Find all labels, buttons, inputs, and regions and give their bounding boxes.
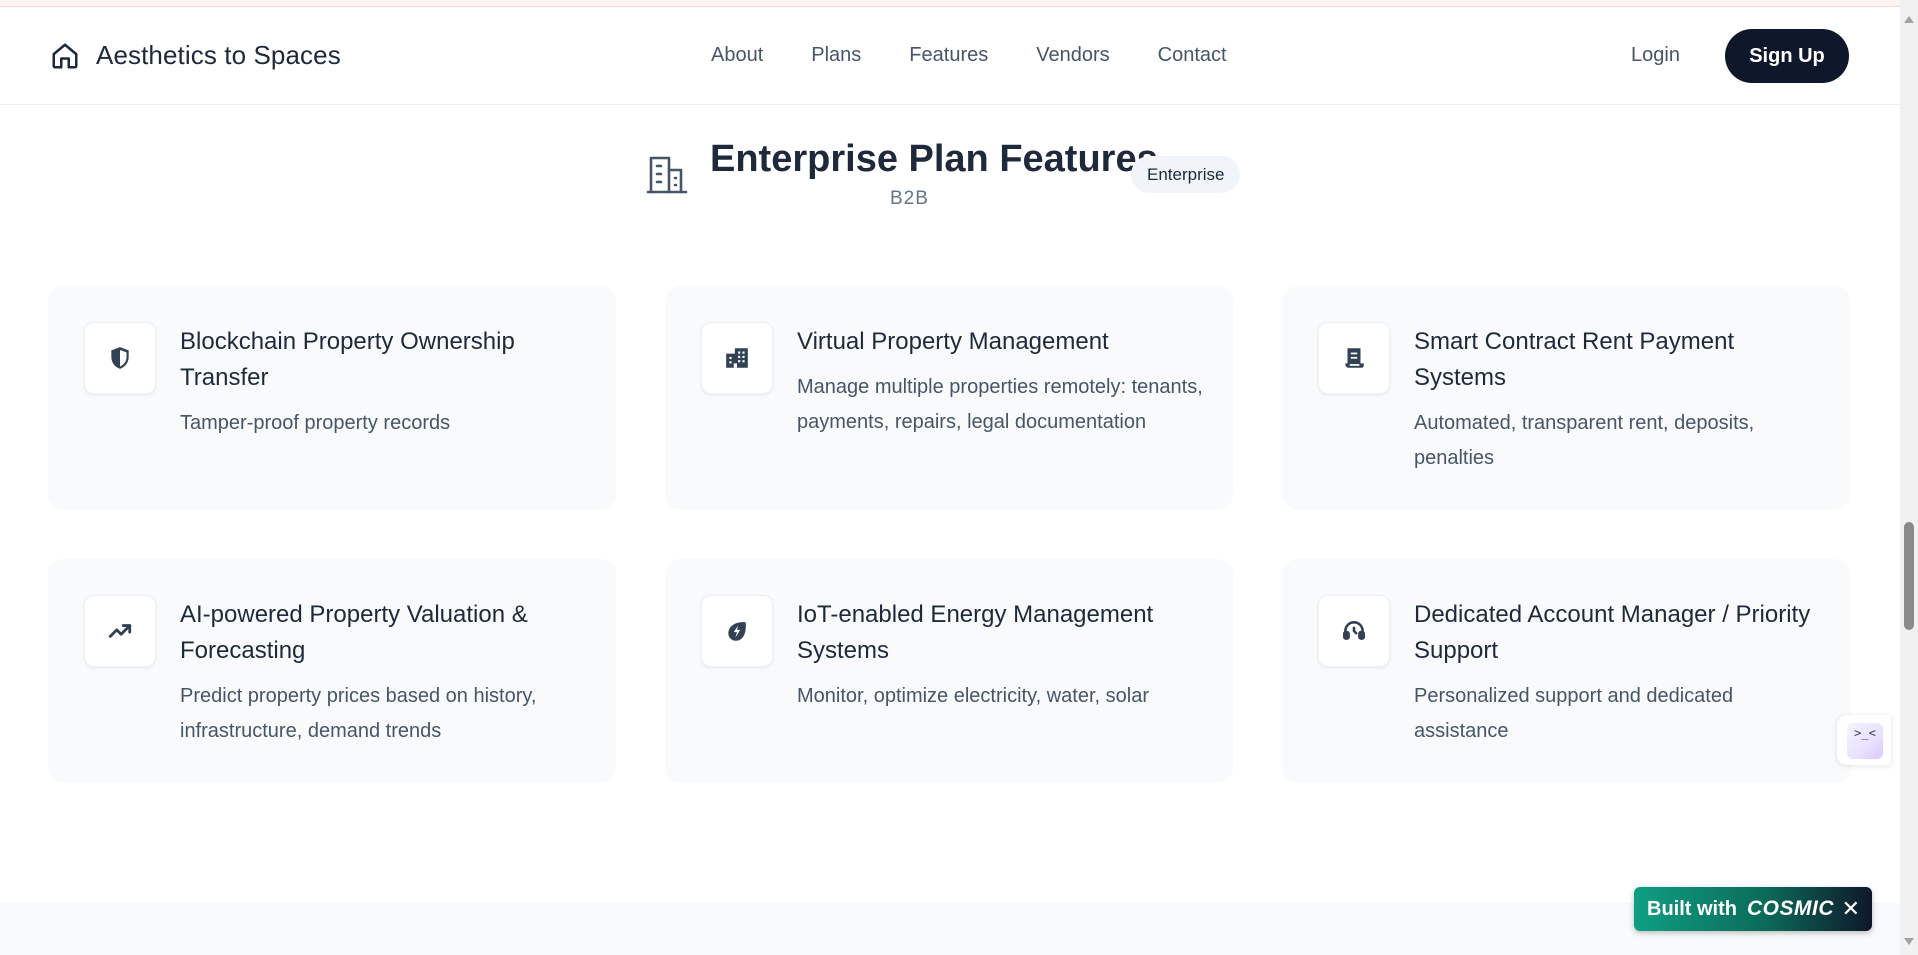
plan-badge: Enterprise [1131,156,1241,193]
feature-card: Virtual Property Management Manage multi… [665,286,1233,510]
scroll-up-arrow-icon[interactable] [1904,16,1914,23]
feature-title: Smart Contract Rent Payment Systems [1414,328,1735,391]
scroll-down-arrow-icon[interactable] [1904,938,1914,945]
feature-icon-box [1318,322,1390,394]
close-icon[interactable]: ✕ [1842,896,1860,922]
cosmic-logo-text: COSMIC [1746,897,1834,920]
buildings-icon [726,348,748,368]
feature-description: Predict property prices based on history… [180,685,537,742]
section-title: Enterprise Plan Features [710,138,1158,180]
receipt-icon [1345,348,1364,368]
energy-leaf-icon [728,622,746,641]
top-strip [0,0,1900,7]
feature-icon-box [701,322,773,394]
built-with-cosmic-badge[interactable]: Built with COSMIC ✕ [1634,887,1872,931]
feature-description: Automated, transparent rent, deposits, p… [1414,412,1755,469]
home-icon [52,43,78,68]
feature-icon-box [1318,595,1390,667]
headset-icon [1342,621,1366,640]
feature-card: Blockchain Property Ownership Transfer T… [48,286,616,510]
feature-description: Manage multiple properties remotely: ten… [797,376,1203,433]
feature-icon-box [84,595,156,667]
next-section-band [0,903,1900,955]
feature-title: Blockchain Property Ownership Transfer [180,328,515,391]
feature-description: Tamper-proof property records [180,412,451,434]
feature-icon-box [84,322,156,394]
section-subtitle: B2B [890,188,929,209]
chat-widget-button[interactable]: >_< [1837,715,1891,765]
nav-plans[interactable]: Plans [811,44,861,67]
building-icon [646,156,688,194]
shield-icon [111,347,129,369]
site-header: Aesthetics to Spaces About Plans Feature… [0,7,1900,105]
signup-button[interactable]: Sign Up [1725,29,1849,83]
page-scrollbar[interactable] [1900,0,1918,955]
brand-logo-link[interactable]: Aesthetics to Spaces [50,40,341,71]
feature-icon-box [701,595,773,667]
nav-contact[interactable]: Contact [1158,44,1227,67]
nav-features[interactable]: Features [909,44,988,67]
scroll-thumb[interactable] [1904,522,1914,630]
feature-description: Personalized support and dedicated assis… [1414,685,1734,742]
built-with-label: Built with [1647,897,1737,920]
brand-name: Aesthetics to Spaces [96,40,341,70]
feature-card: AI-powered Property Valuation & Forecast… [48,559,616,783]
feature-card: IoT-enabled Energy Management Systems Mo… [665,559,1233,783]
feature-title: IoT-enabled Energy Management Systems [797,601,1154,664]
main-nav: About Plans Features Vendors Contact [711,44,1227,67]
nav-vendors[interactable]: Vendors [1036,44,1109,67]
widget-face-icon: >_< [1847,723,1883,759]
login-link[interactable]: Login [1631,44,1680,67]
nav-about[interactable]: About [711,44,763,67]
trending-up-icon [108,624,132,638]
feature-title: Dedicated Account Manager / Priority Sup… [1414,601,1811,664]
section-heading: Enterprise Plan Features B2B Enterprise [645,138,1265,218]
feature-description: Monitor, optimize electricity, water, so… [797,685,1149,707]
feature-title: Virtual Property Management [797,328,1109,355]
feature-card: Dedicated Account Manager / Priority Sup… [1282,559,1850,783]
feature-card: Smart Contract Rent Payment Systems Auto… [1282,286,1850,510]
feature-title: AI-powered Property Valuation & Forecast… [180,601,528,664]
